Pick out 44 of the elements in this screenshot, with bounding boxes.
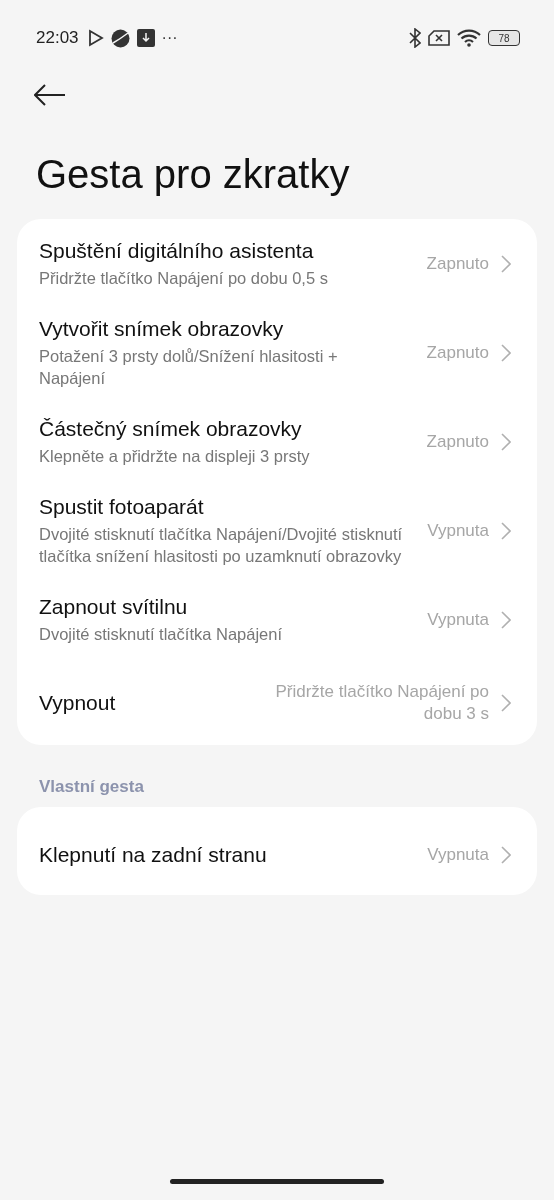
settings-item[interactable]: Klepnutí na zadní stranu Vypnuta xyxy=(17,813,537,889)
no-sim-icon xyxy=(428,30,450,46)
item-description: Potažení 3 prsty dolů/Snížení hlasitosti + Napájení xyxy=(39,346,339,389)
item-value: Zapnuto xyxy=(426,253,489,275)
item-description: Dvojité stisknutí tlačítka Napájení/Dvojité stisknutí tlačítka snížení hlasitosti po uzamknutí obrazovky xyxy=(39,524,404,567)
chevron-right-icon xyxy=(501,344,511,362)
settings-item[interactable]: Spustit fotoaparát Dvojité stisknutí tlačítka Napájení/Dvojité stisknutí tlačítka snížení hlasitosti po uzamknutí obrazovky Vypnuta xyxy=(17,481,537,581)
planet-icon xyxy=(110,28,130,48)
item-value: Vypnuta xyxy=(427,520,489,542)
item-value: Vypnuta xyxy=(427,844,489,866)
item-title: Spustit fotoaparát xyxy=(39,495,205,519)
download-icon xyxy=(136,29,155,47)
page-title: Gesta pro zkratky xyxy=(36,152,351,197)
chevron-right-icon xyxy=(501,846,511,864)
chevron-right-icon xyxy=(501,522,511,540)
item-title: Spuštění digitálního asistenta xyxy=(39,239,315,263)
item-title: Klepnutí na zadní stranu xyxy=(39,843,268,867)
chevron-right-icon xyxy=(501,433,511,451)
chevron-right-icon xyxy=(501,255,511,273)
item-value: Zapnuto xyxy=(426,342,489,364)
item-description: Přidržte tlačítko Napájení po dobu 0,5 s xyxy=(39,268,329,289)
item-description: Klepněte a přidržte na displeji 3 prsty xyxy=(39,446,311,467)
item-title: Vypnout xyxy=(39,691,117,715)
bluetooth-icon xyxy=(409,28,421,48)
battery-icon: 78 xyxy=(488,30,520,46)
settings-item[interactable]: Spuštění digitálního asistenta Přidržte tlačítko Napájení po dobu 0,5 s Zapnuto xyxy=(17,225,537,303)
settings-item[interactable]: Částečný snímek obrazovky Klepněte a přidržte na displeji 3 prsty Zapnuto xyxy=(17,403,537,481)
item-title: Částečný snímek obrazovky xyxy=(39,417,303,441)
settings-item[interactable]: Vypnout Přidržte tlačítko Napájení po dobu 3 s xyxy=(17,659,537,739)
settings-item[interactable]: Zapnout svítilnu Dvojité stisknutí tlačítka Napájení Vypnuta xyxy=(17,581,537,659)
item-title: Vytvořit snímek obrazovky xyxy=(39,317,285,341)
item-description: Dvojité stisknutí tlačítka Napájení xyxy=(39,624,284,645)
settings-item[interactable]: Vytvořit snímek obrazovky Potažení 3 prsty dolů/Snížení hlasitosti + Napájení Zapnuto xyxy=(17,303,537,403)
section-header: Vlastní gesta xyxy=(39,777,145,797)
status-time: 22:03 xyxy=(36,28,79,48)
item-value: Přidržte tlačítko Napájení po dobu 3 s xyxy=(274,681,489,725)
chevron-right-icon xyxy=(501,694,511,712)
wifi-icon xyxy=(457,29,481,47)
chevron-right-icon xyxy=(501,611,511,629)
play-icon xyxy=(87,29,104,47)
more-notifications-icon: ··· xyxy=(161,29,178,47)
item-value: Zapnuto xyxy=(426,431,489,453)
item-value: Vypnuta xyxy=(427,609,489,631)
item-title: Zapnout svítilnu xyxy=(39,595,189,619)
